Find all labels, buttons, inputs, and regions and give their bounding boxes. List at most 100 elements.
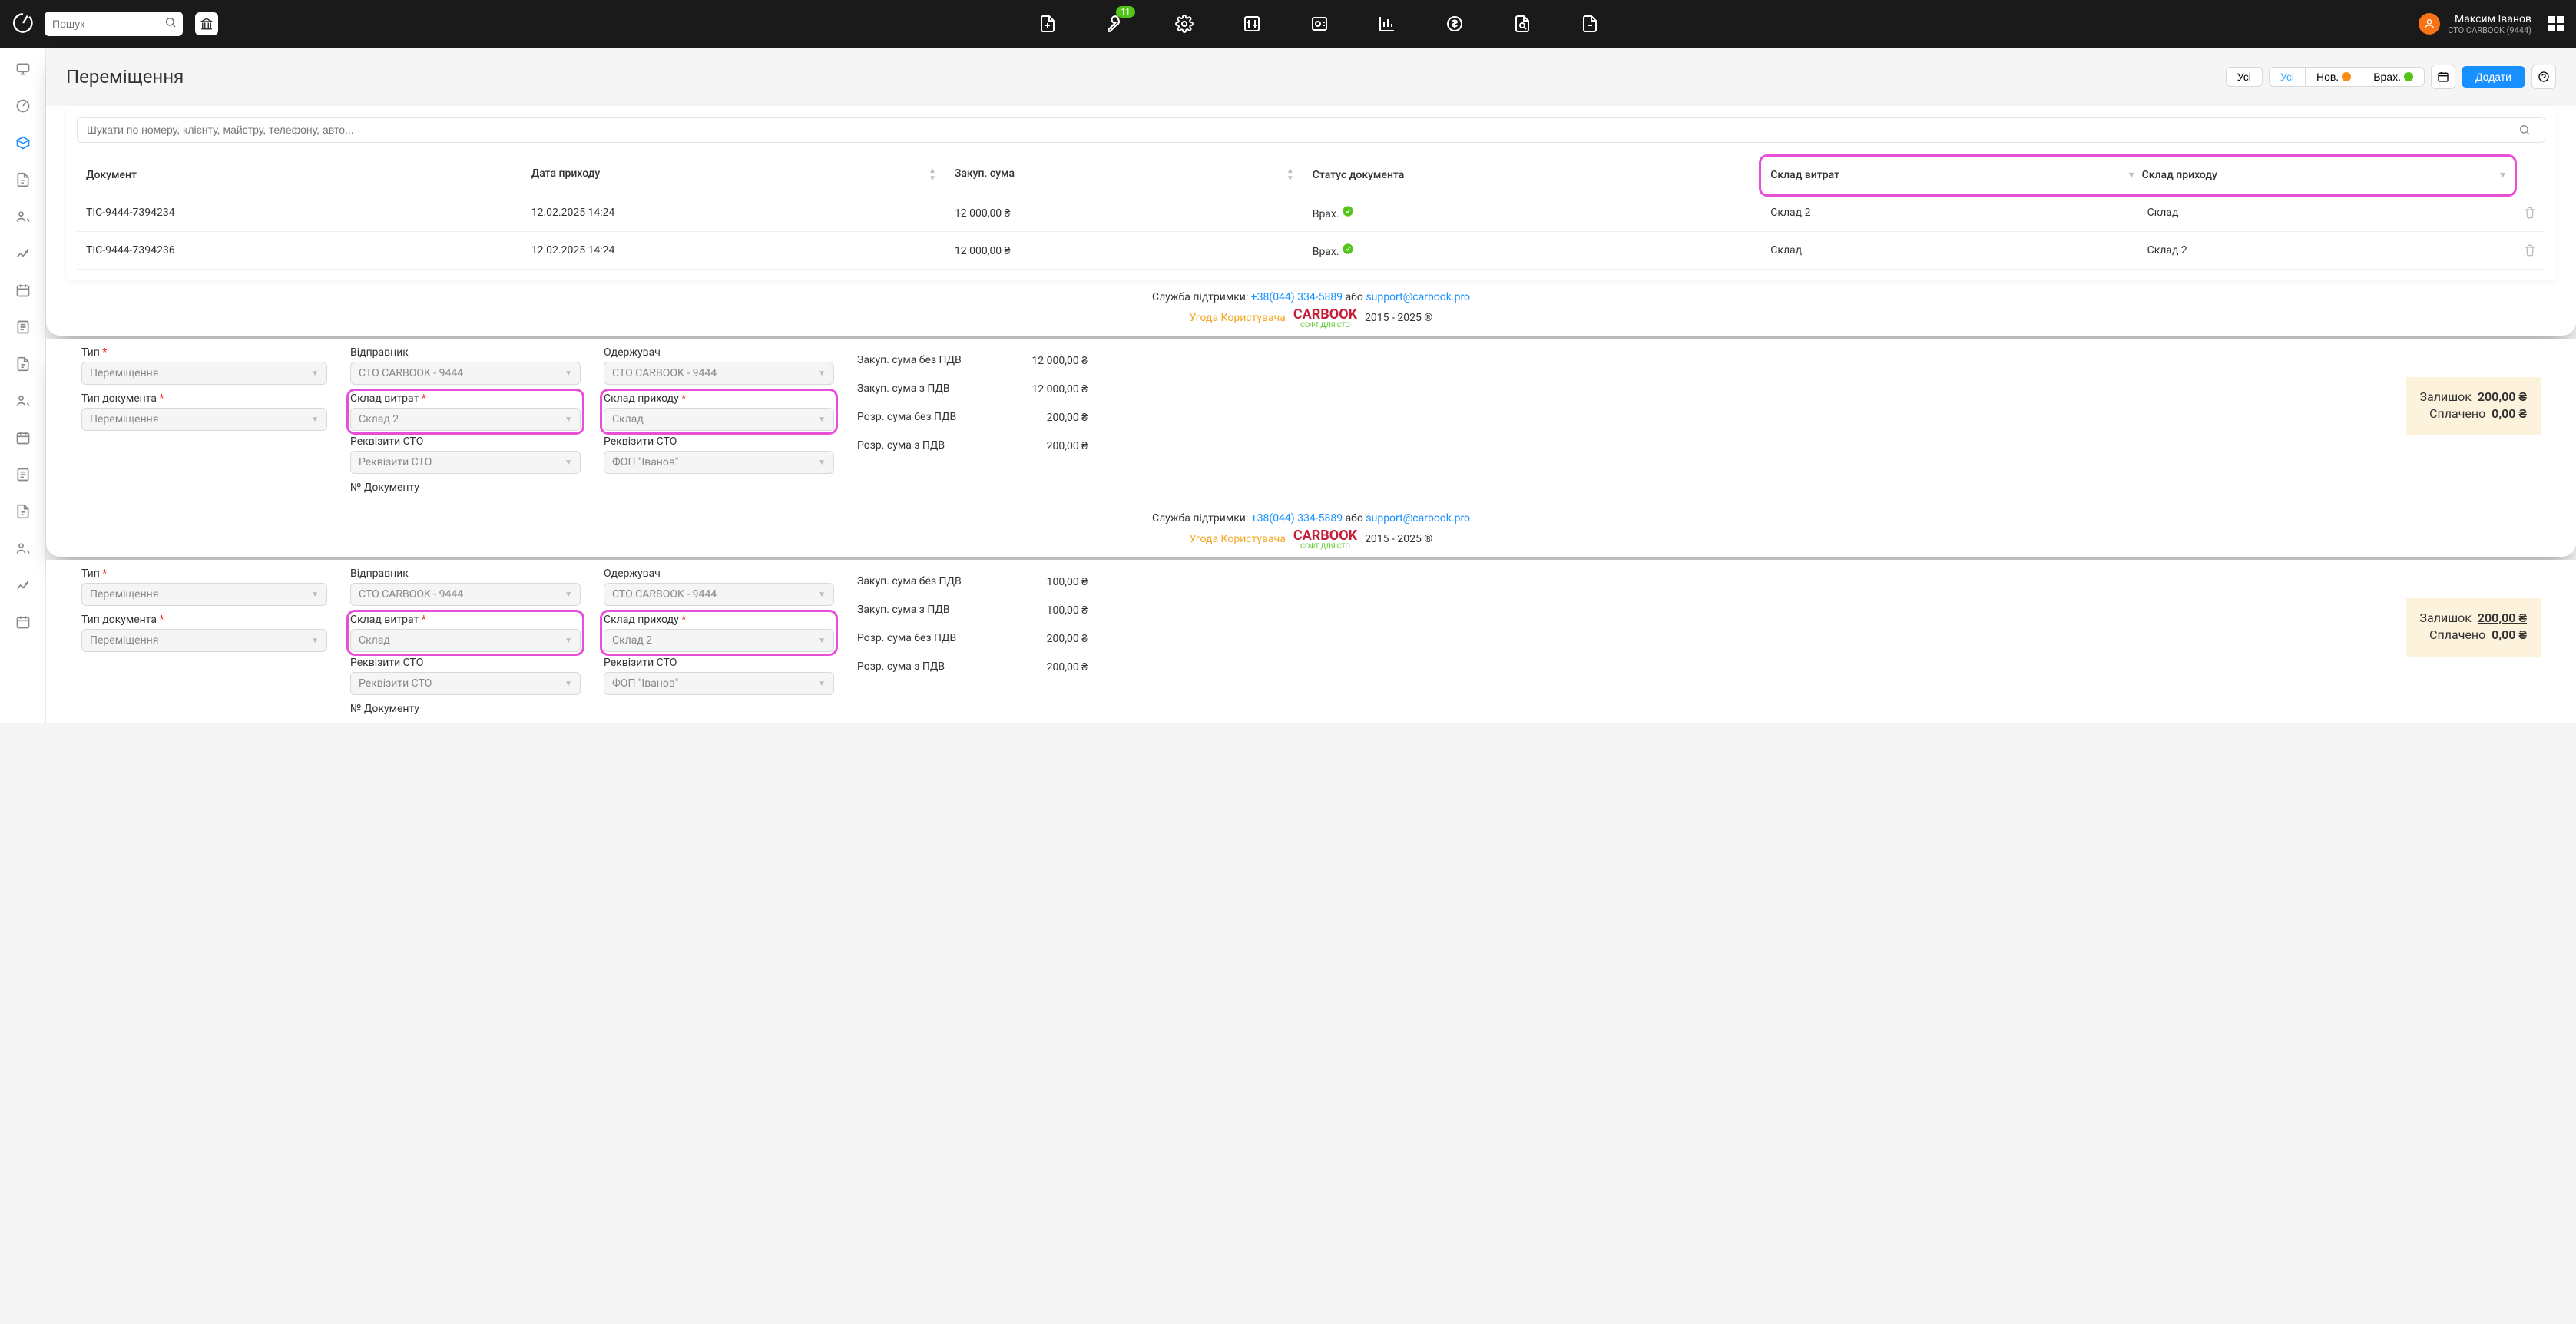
- type-select[interactable]: Переміщення▼: [81, 362, 327, 385]
- req2-select[interactable]: ФОП "Іванов"▼: [604, 451, 834, 474]
- chevron-down-icon: ▼: [311, 637, 319, 645]
- support-email[interactable]: support@carbook.pro: [1366, 512, 1470, 525]
- sidebar-gauge-icon[interactable]: [15, 98, 31, 114]
- cell-wareout: Склад: [1761, 232, 2137, 270]
- form-section-1: Тип *Переміщення▼ Тип документа *Переміщ…: [66, 339, 2556, 501]
- support-phone[interactable]: +38(044) 334-5889: [1251, 291, 1343, 303]
- doctype-value: Переміщення: [90, 634, 158, 647]
- user-org-text: СТО CARBOOK (9444): [2448, 25, 2531, 35]
- sender-select[interactable]: СТО CARBOOK - 9444▼: [350, 362, 581, 385]
- sliders-icon[interactable]: [1243, 15, 1261, 33]
- filter-new-button[interactable]: Нов.: [2306, 68, 2362, 86]
- filter-all2-button[interactable]: Усі: [2270, 68, 2306, 86]
- chart-icon[interactable]: [1378, 15, 1396, 33]
- req-select[interactable]: Реквізити СТО▼: [350, 451, 581, 474]
- filter-icon[interactable]: ▾: [2500, 169, 2505, 181]
- sum3-val: 200,00 ₴: [1047, 632, 1088, 645]
- sidebar-trend2-icon[interactable]: [15, 578, 31, 593]
- trash-icon[interactable]: [2524, 244, 2536, 257]
- doc-minus-icon[interactable]: [1581, 15, 1599, 33]
- trash-icon[interactable]: [2524, 207, 2536, 219]
- type-value: Переміщення: [90, 367, 158, 379]
- cell-delete[interactable]: [2515, 194, 2545, 232]
- chevron-down-icon: ▼: [565, 637, 572, 645]
- agreement-link[interactable]: Угода Користувача: [1190, 533, 1286, 545]
- wareout-select[interactable]: Склад 2▼: [350, 408, 581, 431]
- sidebar-report-icon[interactable]: [15, 319, 31, 335]
- search-input[interactable]: [45, 12, 183, 36]
- col-wareout-text: Склад витрат: [1770, 169, 1839, 181]
- table-search-button[interactable]: [2518, 117, 2545, 143]
- gear-icon[interactable]: [1175, 15, 1194, 33]
- table-row[interactable]: TIC-9444-7394234 12.02.2025 14:24 12 000…: [77, 194, 2545, 232]
- col-status[interactable]: Статус документа: [1303, 157, 1762, 194]
- add-button[interactable]: Додати: [2462, 66, 2525, 88]
- key-badge: 11: [1116, 6, 1134, 18]
- doctype-select[interactable]: Переміщення▼: [81, 408, 327, 431]
- content: Переміщення Усі Усі Нов. Врах. Додати: [46, 48, 2576, 723]
- support-phone[interactable]: +38(044) 334-5889: [1251, 512, 1343, 525]
- sum2-label: Закуп. сума з ПДВ: [857, 604, 950, 617]
- warein-select[interactable]: Склад 2▼: [604, 629, 834, 652]
- sum4-val: 200,00 ₴: [1047, 660, 1088, 674]
- cell-wareout: Склад 2: [1761, 194, 2137, 232]
- table-search-input[interactable]: [77, 117, 2518, 143]
- client-icon[interactable]: [1310, 15, 1329, 33]
- req2-select[interactable]: ФОП "Іванов"▼: [604, 672, 834, 695]
- apps-icon[interactable]: [2548, 16, 2564, 31]
- user-area[interactable]: Максим Іванов СТО CARBOOK (9444): [2419, 13, 2564, 35]
- doctype-select[interactable]: Переміщення ▼: [81, 629, 327, 652]
- wareout-value: Склад: [359, 634, 390, 647]
- paid-val: 0,00 ₴: [2492, 406, 2527, 421]
- new-doc-icon[interactable]: [1038, 15, 1057, 33]
- sidebar-people-icon[interactable]: [15, 209, 31, 224]
- req-select[interactable]: Реквізити СТО▼: [350, 672, 581, 695]
- sum1-label: Закуп. сума без ПДВ: [857, 354, 962, 367]
- sidebar-trend-icon[interactable]: [15, 246, 31, 261]
- logo-gauge-icon[interactable]: [12, 12, 35, 35]
- sender-label: Відправник: [350, 568, 581, 580]
- bank-button[interactable]: [195, 12, 218, 35]
- table-row[interactable]: TIC-9444-7394236 12.02.2025 14:24 12 000…: [77, 232, 2545, 270]
- filter-taken-button[interactable]: Врах.: [2362, 68, 2424, 86]
- sidebar-monitor-icon[interactable]: [15, 61, 31, 77]
- money-icon[interactable]: [1445, 15, 1464, 33]
- support-label: Служба підтримки:: [1152, 291, 1251, 303]
- global-search[interactable]: [45, 12, 183, 36]
- wareout-select[interactable]: Склад ▼: [350, 629, 581, 652]
- sum3-label: Розр. сума без ПДВ: [857, 632, 956, 645]
- sidebar-people3-icon[interactable]: [15, 541, 31, 556]
- doc-search-icon[interactable]: [1513, 15, 1531, 33]
- filter-all-button[interactable]: Усі: [2226, 67, 2263, 87]
- sidebar-invoice-icon[interactable]: [15, 172, 31, 187]
- col-doc[interactable]: Документ: [77, 157, 522, 194]
- sidebar-report2-icon[interactable]: [15, 467, 31, 482]
- chevron-down-icon: ▼: [565, 369, 572, 378]
- filter-icon[interactable]: ▾: [2129, 169, 2134, 181]
- sender-select[interactable]: СТО CARBOOK - 9444▼: [350, 583, 581, 606]
- sidebar-invoice3-icon[interactable]: [15, 504, 31, 519]
- support-email[interactable]: support@carbook.pro: [1366, 291, 1470, 303]
- cell-sum: 12 000,00 ₴: [945, 232, 1303, 270]
- sum2-val: 12 000,00 ₴: [1031, 382, 1088, 396]
- col-date[interactable]: Дата приходу▲▼: [522, 157, 945, 194]
- cell-delete[interactable]: [2515, 232, 2545, 270]
- calendar-button[interactable]: [2431, 65, 2455, 89]
- help-button[interactable]: [2531, 65, 2556, 89]
- type-select[interactable]: Переміщення▼: [81, 583, 327, 606]
- cell-status: Врах.: [1303, 232, 1762, 270]
- warein-select[interactable]: Склад▼: [604, 408, 834, 431]
- sidebar-calendar2-icon[interactable]: [15, 430, 31, 445]
- receiver-select[interactable]: СТО CARBOOK - 9444▼: [604, 362, 834, 385]
- key-icon[interactable]: 11: [1106, 14, 1126, 34]
- agreement-link[interactable]: Угода Користувача: [1190, 312, 1286, 324]
- receiver-select[interactable]: СТО CARBOOK - 9444▼: [604, 583, 834, 606]
- col-sum[interactable]: Закуп. сума▲▼: [945, 157, 1303, 194]
- sidebar-calendar-icon[interactable]: [15, 283, 31, 298]
- sidebar-invoice2-icon[interactable]: [15, 356, 31, 372]
- sidebar-calendar3-icon[interactable]: [15, 614, 31, 630]
- sidebar-people2-icon[interactable]: [15, 393, 31, 409]
- cell-status: Врах.: [1303, 194, 1762, 232]
- sort-icon: ▲▼: [929, 167, 936, 183]
- sidebar-box-icon[interactable]: [15, 135, 31, 151]
